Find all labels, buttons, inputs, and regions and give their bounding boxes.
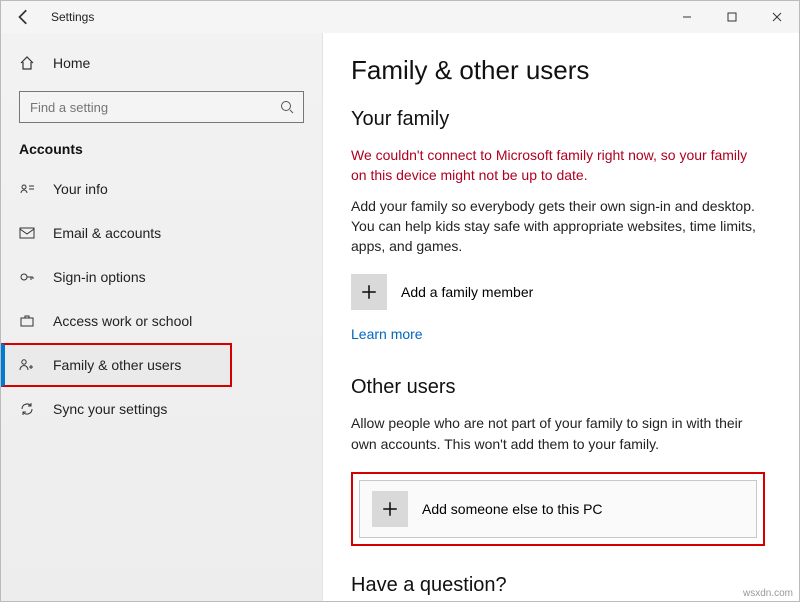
minimize-button[interactable] bbox=[664, 1, 709, 33]
people-plus-icon bbox=[19, 357, 35, 373]
plus-icon bbox=[372, 491, 408, 527]
add-other-label: Add someone else to this PC bbox=[422, 501, 603, 517]
section-question-heading: Have a question? bbox=[351, 574, 765, 597]
window-title: Settings bbox=[51, 10, 94, 24]
sidebar-item-access-work-school[interactable]: Access work or school bbox=[1, 299, 322, 343]
learn-more-link[interactable]: Learn more bbox=[351, 326, 423, 342]
person-card-icon bbox=[19, 181, 35, 197]
add-other-highlight: Add someone else to this PC bbox=[351, 472, 765, 546]
add-other-user-button[interactable]: Add someone else to this PC bbox=[359, 480, 757, 538]
add-family-member-button[interactable]: Add a family member bbox=[351, 274, 765, 310]
sidebar: Home Accounts Your info Email & acco bbox=[1, 33, 323, 601]
sidebar-category: Accounts bbox=[1, 135, 322, 167]
plus-icon bbox=[351, 274, 387, 310]
titlebar: Settings bbox=[1, 1, 799, 33]
family-desc-text: Add your family so everybody gets their … bbox=[351, 196, 765, 257]
sidebar-item-label: Your info bbox=[53, 181, 108, 197]
content-pane: Family & other users Your family We coul… bbox=[323, 33, 799, 601]
sidebar-item-label: Sign-in options bbox=[53, 269, 146, 285]
other-desc-text: Allow people who are not part of your fa… bbox=[351, 413, 765, 454]
sidebar-item-label: Access work or school bbox=[53, 313, 192, 329]
sidebar-item-email-accounts[interactable]: Email & accounts bbox=[1, 211, 322, 255]
add-family-label: Add a family member bbox=[401, 284, 533, 300]
sidebar-item-label: Family & other users bbox=[53, 357, 181, 373]
sidebar-item-sync-settings[interactable]: Sync your settings bbox=[1, 387, 322, 431]
section-other-heading: Other users bbox=[351, 376, 765, 399]
search-input[interactable] bbox=[28, 99, 279, 116]
home-icon bbox=[19, 55, 35, 71]
maximize-button[interactable] bbox=[709, 1, 754, 33]
key-icon bbox=[19, 269, 35, 285]
sync-icon bbox=[19, 401, 35, 417]
sidebar-home-label: Home bbox=[53, 55, 90, 71]
search-box[interactable] bbox=[19, 91, 304, 123]
footer-credit: wsxdn.com bbox=[743, 588, 793, 599]
mail-icon bbox=[19, 225, 35, 241]
sidebar-item-your-info[interactable]: Your info bbox=[1, 167, 322, 211]
close-button[interactable] bbox=[754, 1, 799, 33]
sidebar-item-sign-in-options[interactable]: Sign-in options bbox=[1, 255, 322, 299]
search-icon bbox=[279, 99, 295, 115]
family-error-text: We couldn't connect to Microsoft family … bbox=[351, 145, 765, 186]
page-title: Family & other users bbox=[351, 55, 765, 86]
sidebar-home[interactable]: Home bbox=[1, 41, 322, 85]
sidebar-item-label: Email & accounts bbox=[53, 225, 161, 241]
sidebar-item-label: Sync your settings bbox=[53, 401, 167, 417]
sidebar-item-family-other-users[interactable]: Family & other users bbox=[1, 343, 232, 387]
back-arrow-icon[interactable] bbox=[15, 8, 33, 26]
briefcase-icon bbox=[19, 313, 35, 329]
section-family-heading: Your family bbox=[351, 108, 765, 131]
settings-window: Settings Home Accounts bbox=[0, 0, 800, 602]
